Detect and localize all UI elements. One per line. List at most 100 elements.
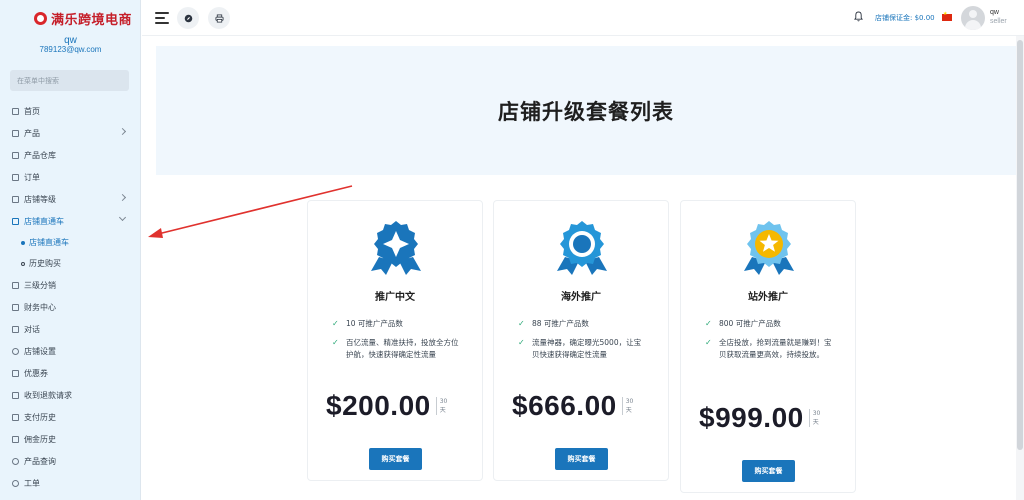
chevron-right-icon [118, 127, 127, 136]
help-icon [12, 457, 19, 465]
sidebar-subitem[interactable]: 历史购买 [0, 253, 141, 274]
store-deposit-link[interactable]: 店铺保证金: $0.00 [875, 13, 935, 23]
sidebar-item-label: 店铺直通车 [24, 216, 64, 226]
sidebar-item[interactable]: 订单 [0, 166, 141, 188]
sidebar-item[interactable]: 首页 [0, 100, 141, 122]
avatar[interactable] [961, 6, 985, 30]
sidebar-item-label: 历史购买 [29, 259, 61, 268]
plan-price: $200.00 [326, 390, 431, 421]
sidebar-item-label: 店铺设置 [24, 346, 56, 356]
plan-period: 30 天 [808, 409, 823, 427]
print-button[interactable] [208, 7, 230, 29]
plan-period: 30 天 [435, 397, 450, 415]
plan-feature: ✓ 800 可推广产品数 [705, 319, 781, 328]
plan-price-row: $666.00 30 天 [512, 390, 636, 422]
sidebar-item-label: 三级分销 [24, 280, 56, 290]
sidebar-item[interactable]: 收到退款请求 [0, 384, 141, 406]
menu-search-input[interactable] [10, 70, 129, 91]
check-icon: ✓ [518, 338, 525, 347]
sidebar-item[interactable]: 佣金历史 [0, 428, 141, 450]
buy-plan-button[interactable]: 购买套餐 [555, 448, 608, 470]
buy-plan-button[interactable]: 购买套餐 [369, 448, 422, 470]
check-icon: ✓ [332, 338, 339, 347]
users-icon [12, 281, 19, 289]
plan-feature: ✓ 流量神器，确定曝光5000，让宝贝快速获得确定性流量 [518, 338, 642, 359]
cart-icon [12, 217, 19, 225]
plan-feature: ✓ 10 可推广产品数 [332, 319, 403, 328]
sidebar-item[interactable]: 三级分销 [0, 274, 141, 296]
sidebar-item-label: 支付历史 [24, 412, 56, 422]
gear-icon [12, 347, 19, 355]
cn-flag-icon[interactable] [942, 11, 952, 21]
sidebar-item-label: 对话 [24, 324, 40, 334]
bullet-icon [21, 261, 25, 266]
home-icon [12, 107, 19, 115]
sidebar-item-label: 产品仓库 [24, 150, 56, 160]
bell-icon[interactable] [854, 11, 863, 22]
brand-logo[interactable]: 满乐跨境电商 [34, 9, 132, 28]
chevron-right-icon [118, 193, 127, 202]
sidebar-item[interactable]: 产品 [0, 122, 141, 144]
brand-name: 满乐跨境电商 [51, 13, 133, 28]
menu-toggle-icon[interactable] [155, 12, 169, 24]
topbar-user-name: qw [990, 9, 999, 16]
visit-store-button[interactable] [177, 7, 199, 29]
sidebar-item[interactable]: 产品查询 [0, 450, 141, 472]
topbar: 店铺保证金: $0.00 qw seller [142, 0, 1024, 36]
sidebar-nav: 首页 产品 产品仓库 订单 店铺等级 店铺直通车 店铺直通车 历史购买 三级分销 财务中心 对话 店铺… [0, 100, 141, 494]
sidebar-item-label: 首页 [24, 106, 40, 116]
sidebar-item[interactable]: 财务中心 [0, 296, 141, 318]
sidebar-subitem[interactable]: 店铺直通车 [0, 232, 141, 253]
plan-price: $999.00 [699, 402, 804, 433]
plan-period: 30 天 [621, 397, 636, 415]
blue-ribbon-medal-icon [371, 221, 421, 275]
buy-plan-button[interactable]: 购买套餐 [742, 460, 795, 482]
ticket-icon [12, 479, 19, 487]
sidebar-item-label: 产品 [24, 128, 40, 138]
history-icon [12, 413, 19, 421]
sidebar-item[interactable]: 店铺等级 [0, 188, 141, 210]
check-icon: ✓ [518, 319, 525, 328]
sidebar-item[interactable]: 工单 [0, 472, 141, 494]
plan-name: 海外推广 [561, 292, 601, 303]
sidebar-item-label: 店铺等级 [24, 194, 56, 204]
gold-star-medal-icon [744, 221, 794, 275]
document-icon [12, 435, 19, 443]
check-icon: ✓ [705, 338, 712, 347]
sidebar-item-label: 佣金历史 [24, 434, 56, 444]
check-icon: ✓ [332, 319, 339, 328]
sidebar-item[interactable]: 店铺直通车 [0, 210, 141, 232]
scrollbar-thumb[interactable] [1017, 40, 1023, 450]
printer-icon [214, 13, 224, 23]
sidebar-item[interactable]: 支付历史 [0, 406, 141, 428]
sidebar-item-label: 优惠券 [24, 368, 48, 378]
page-header: 店铺升级套餐列表 [156, 46, 1016, 175]
sidebar-item[interactable]: 产品仓库 [0, 144, 141, 166]
wallet-icon [12, 303, 19, 311]
sidebar-item[interactable]: 优惠券 [0, 362, 141, 384]
sidebar-item[interactable]: 店铺设置 [0, 340, 141, 362]
chevron-down-icon [118, 213, 127, 222]
sidebar: 满乐跨境电商 qw 789123@qw.com 首页产品产品仓库订单店铺等级店铺… [0, 0, 141, 500]
cart-icon [12, 195, 19, 203]
refund-icon [12, 391, 19, 399]
check-icon: ✓ [705, 319, 712, 328]
sidebar-item[interactable]: 对话 [0, 318, 141, 340]
plan-price-row: $999.00 30 天 [699, 402, 823, 434]
plan-feature: ✓ 全店投放，抢到流量就是赚到！宝贝获取流量更高效，持续投放。 [705, 338, 832, 359]
sidebar-item-label: 收到退款请求 [24, 390, 72, 400]
sidebar-user-email: 789123@qw.com [39, 45, 102, 54]
compass-icon [184, 14, 192, 22]
plan-card: 站外推广 ✓ 800 可推广产品数 ✓ 全店投放，抢到流量就是赚到！宝贝获取流量更高… [680, 200, 856, 493]
cart-icon [12, 129, 19, 137]
plan-card: 推广中文 ✓ 10 可推广产品数 ✓ 百亿流量、精准扶持，投放全方位护航，快速获得确… [307, 200, 483, 481]
coupon-icon [12, 369, 19, 377]
sidebar-item-label: 订单 [24, 172, 40, 182]
sidebar-item-label: 工单 [24, 478, 40, 488]
plan-price: $666.00 [512, 390, 617, 421]
bullet-icon [21, 240, 25, 245]
chat-icon [12, 325, 19, 333]
sidebar-item-label: 产品查询 [24, 456, 56, 466]
plan-feature: ✓ 百亿流量、精准扶持，投放全方位护航，快速获得确定性流量 [332, 338, 459, 359]
plan-card: 海外推广 ✓ 88 可推广产品数 ✓ 流量神器，确定曝光5000，让宝贝快速获得确定… [493, 200, 669, 481]
